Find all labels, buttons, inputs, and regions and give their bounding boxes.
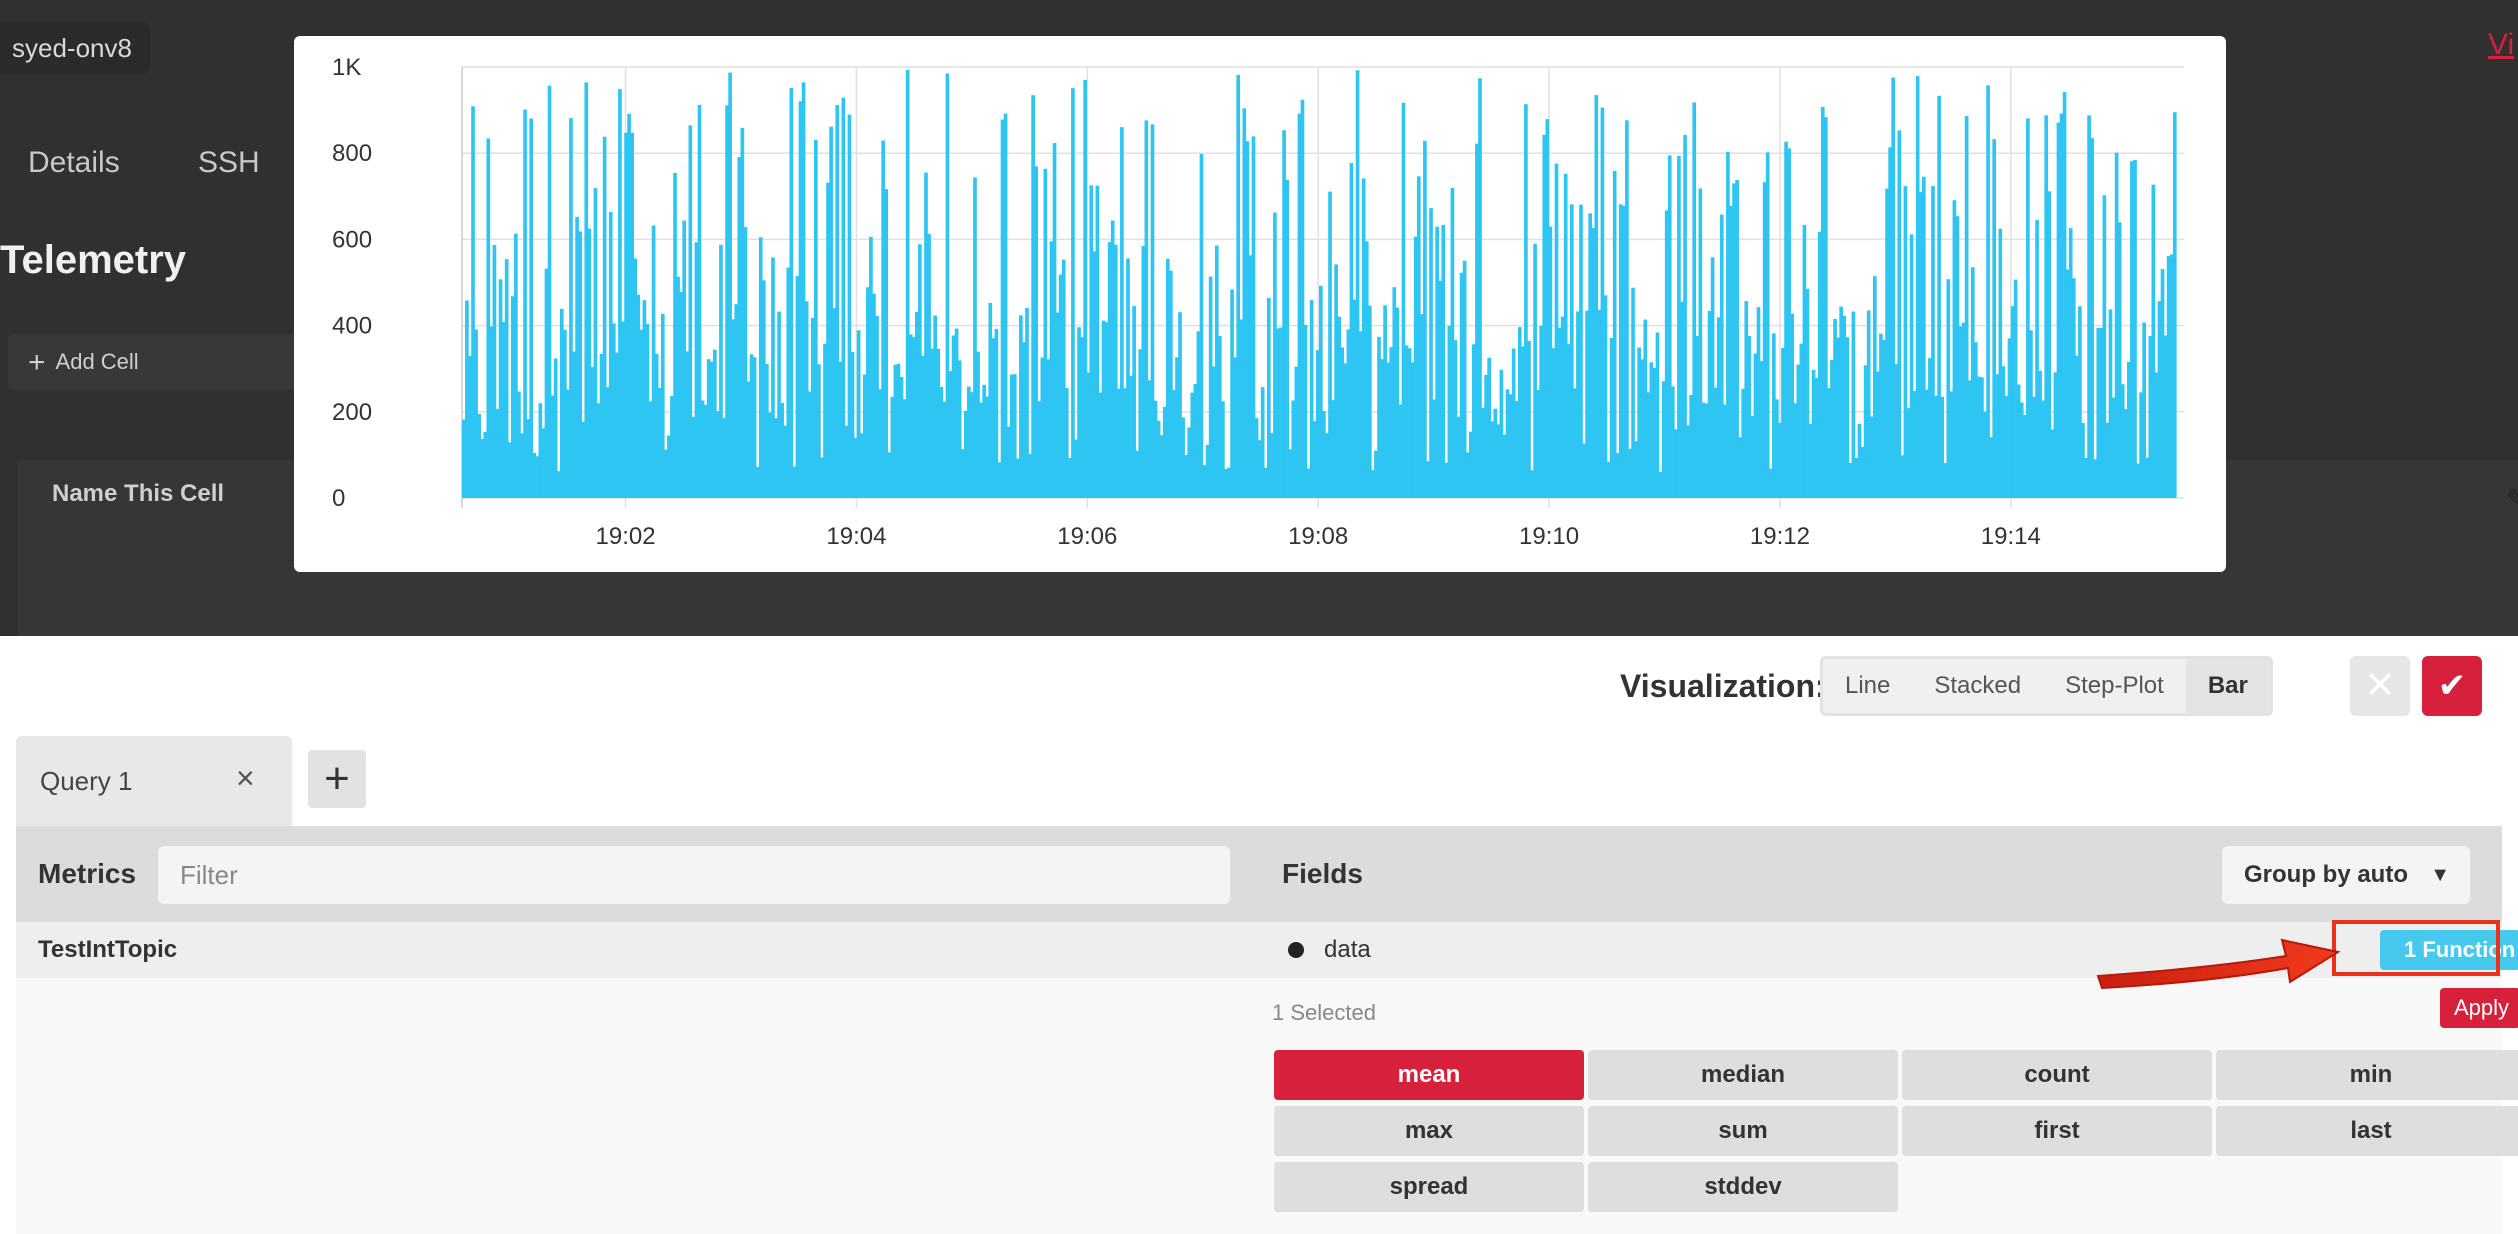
radio-dot-icon[interactable] bbox=[1288, 942, 1304, 958]
y-tick-label: 1K bbox=[332, 54, 361, 81]
close-icon: ✕ bbox=[2364, 665, 2396, 707]
chart-bar bbox=[1986, 85, 1990, 498]
top-right-link[interactable]: Vi bbox=[2488, 28, 2518, 62]
chart-bar bbox=[789, 88, 794, 498]
function-first[interactable]: first bbox=[1902, 1106, 2212, 1156]
function-max[interactable]: max bbox=[1274, 1106, 1584, 1156]
tab-ssh[interactable]: SSH bbox=[198, 146, 260, 180]
chart-bar bbox=[1423, 140, 1427, 498]
y-axis: 0 200 400 600 800 1K bbox=[332, 54, 372, 512]
annotation-arrow bbox=[2096, 938, 2341, 990]
plus-icon: + bbox=[324, 754, 350, 803]
annotation-highlight-box bbox=[2332, 920, 2500, 976]
vis-option-step-plot[interactable]: Step-Plot bbox=[2043, 659, 2186, 713]
pencil-icon[interactable]: ✎ bbox=[2506, 484, 2518, 515]
chart-bar bbox=[2133, 160, 2137, 498]
tab-details[interactable]: Details bbox=[28, 146, 120, 180]
page-title: Telemetry bbox=[0, 238, 187, 282]
add-cell-button[interactable]: + Add Cell bbox=[8, 334, 308, 390]
x-tick-label: 19:14 bbox=[1981, 523, 2041, 550]
y-tick-label: 600 bbox=[332, 226, 372, 253]
x-tick-label: 19:04 bbox=[826, 523, 886, 550]
chart-bar bbox=[1367, 305, 1372, 498]
x-tick-label: 19:10 bbox=[1519, 523, 1579, 550]
y-tick-label: 800 bbox=[332, 140, 372, 167]
fields-header: Fields Group by auto ▼ bbox=[1268, 826, 2502, 922]
tab-query-1[interactable]: Query 1 × bbox=[16, 736, 292, 826]
y-tick-label: 0 bbox=[332, 485, 345, 512]
caret-down-icon: ▼ bbox=[2430, 864, 2450, 886]
y-tick-label: 400 bbox=[332, 313, 372, 340]
x-axis: 19:02 19:04 19:06 19:08 19:10 19:12 19:14 bbox=[596, 523, 2041, 550]
vis-option-stacked[interactable]: Stacked bbox=[1912, 659, 2043, 713]
metrics-list-empty bbox=[16, 978, 1268, 1234]
group-by-dropdown[interactable]: Group by auto ▼ bbox=[2222, 846, 2470, 904]
function-spread[interactable]: spread bbox=[1274, 1162, 1584, 1212]
chart-bar bbox=[1199, 153, 1204, 498]
chart-bar bbox=[884, 189, 889, 498]
chart-bar bbox=[1765, 152, 1770, 498]
query-tab-label: Query 1 bbox=[40, 766, 133, 796]
chart-bar bbox=[1612, 170, 1617, 499]
x-tick-label: 19:08 bbox=[1288, 523, 1348, 550]
visualization-selector: Line Stacked Step-Plot Bar bbox=[1820, 656, 2273, 716]
apply-button[interactable]: Apply bbox=[2440, 988, 2518, 1028]
add-query-button[interactable]: + bbox=[308, 750, 366, 808]
vis-option-bar[interactable]: Bar bbox=[2185, 659, 2270, 713]
confirm-button[interactable]: ✔ bbox=[2422, 656, 2482, 716]
metric-name: TestIntTopic bbox=[38, 936, 178, 963]
function-mean[interactable]: mean bbox=[1274, 1050, 1584, 1100]
chart-bar bbox=[529, 118, 533, 498]
cell-name[interactable]: Name This Cell bbox=[52, 480, 224, 508]
bar-chart: 0 200 400 600 800 1K 19:02 19:04 19:06 19:08 19:1… bbox=[332, 54, 2184, 550]
hostname-pill[interactable]: syed-onv8 bbox=[0, 22, 150, 74]
field-name: data bbox=[1324, 936, 1371, 963]
chart-bar bbox=[2090, 138, 2094, 498]
visualization-label: Visualization: bbox=[1620, 668, 1826, 704]
metrics-title: Metrics bbox=[38, 858, 137, 889]
metrics-filter-input[interactable] bbox=[158, 846, 1230, 904]
fields-title: Fields bbox=[1282, 858, 1363, 889]
chart-bar bbox=[1441, 224, 1446, 498]
chart-bars bbox=[462, 69, 2177, 499]
chart-bar bbox=[1897, 130, 1902, 498]
cancel-button[interactable]: ✕ bbox=[2350, 656, 2410, 716]
check-icon: ✔ bbox=[2437, 667, 2467, 705]
query-editor: Visualization: Line Stacked Step-Plot Ba… bbox=[0, 636, 2518, 1234]
chart-bar bbox=[1071, 88, 1075, 499]
selected-count: 1 Selected bbox=[1272, 1000, 1376, 1025]
function-last[interactable]: last bbox=[2216, 1106, 2518, 1156]
x-tick-label: 19:12 bbox=[1750, 523, 1810, 550]
function-min[interactable]: min bbox=[2216, 1050, 2518, 1100]
add-cell-label: Add Cell bbox=[55, 349, 139, 374]
chart-bar bbox=[1625, 120, 1629, 499]
x-tick-label: 19:02 bbox=[596, 523, 656, 550]
chart-bar bbox=[2172, 112, 2177, 499]
chart-preview: 0 200 400 600 800 1K 19:02 19:04 19:06 19:08 19:1… bbox=[294, 36, 2226, 572]
function-median[interactable]: median bbox=[1588, 1050, 1898, 1100]
vis-option-line[interactable]: Line bbox=[1823, 659, 1912, 713]
metrics-header: Metrics bbox=[16, 826, 1268, 922]
group-by-label: Group by auto bbox=[2244, 861, 2408, 888]
x-tick-label: 19:06 bbox=[1057, 523, 1117, 550]
function-sum[interactable]: sum bbox=[1588, 1106, 1898, 1156]
close-query-icon[interactable]: × bbox=[236, 760, 255, 797]
plus-icon: + bbox=[28, 346, 46, 379]
function-stddev[interactable]: stddev bbox=[1588, 1162, 1898, 1212]
function-selector: 1 Selected Apply mean median count min m… bbox=[1268, 978, 2518, 1234]
y-tick-label: 200 bbox=[332, 399, 372, 426]
list-item[interactable]: TestIntTopic bbox=[16, 922, 1268, 978]
function-grid: mean median count min max sum first last… bbox=[1274, 1050, 2518, 1212]
function-count[interactable]: count bbox=[1902, 1050, 2212, 1100]
